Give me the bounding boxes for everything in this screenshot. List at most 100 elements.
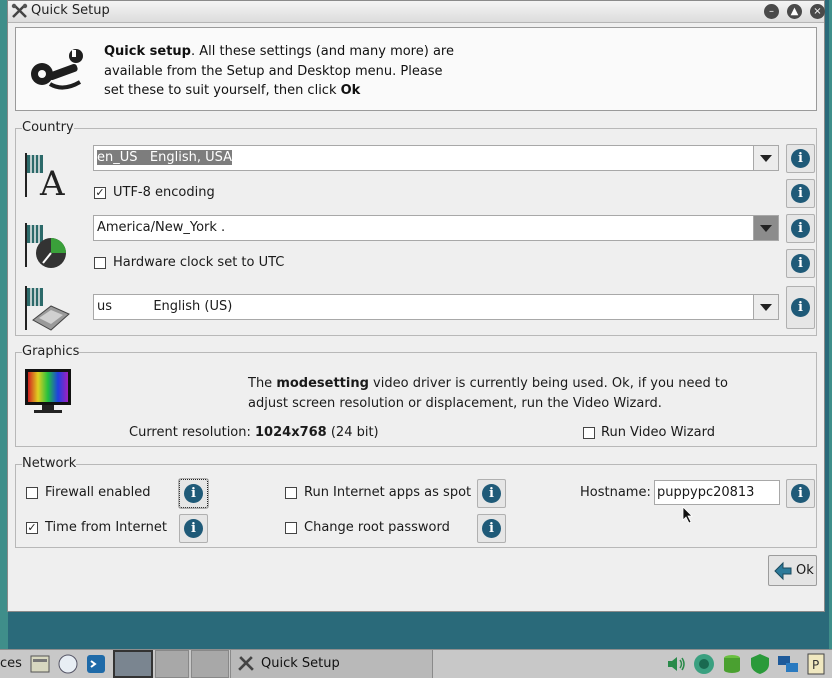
workspace-1[interactable]: [113, 650, 153, 678]
wrench-setup-icon: [31, 49, 83, 90]
ok-button-label: Ok: [796, 563, 814, 578]
resolution-label: Current resolution:: [129, 425, 256, 440]
keyboard-value: us English (US): [97, 299, 233, 314]
volume-icon[interactable]: [664, 652, 688, 676]
country-group-label: Country: [22, 120, 74, 135]
utf8-label: UTF-8 encoding: [113, 185, 215, 200]
info-icon: i: [482, 484, 501, 503]
tools-icon: [11, 3, 28, 18]
timezone-combo[interactable]: America/New_York .: [93, 215, 779, 241]
resolution-info: Current resolution: 1024x768 (24 bit): [129, 425, 379, 440]
hostname-info-button[interactable]: i: [786, 479, 815, 508]
terminal-icon[interactable]: [84, 652, 108, 676]
locale-combo[interactable]: en_US English, USA: [93, 145, 779, 171]
timezone-info-button[interactable]: i: [786, 214, 815, 243]
firewall-shield-icon[interactable]: [748, 652, 772, 676]
utf8-info-button[interactable]: i: [786, 179, 815, 208]
root-password-info-button[interactable]: i: [477, 514, 506, 543]
info-icon: i: [791, 219, 810, 238]
hwclock-info-button[interactable]: i: [786, 249, 815, 278]
keyboard-combo[interactable]: us English (US): [93, 294, 779, 320]
info-icon: i: [184, 484, 203, 503]
close-button[interactable]: ×: [810, 4, 825, 19]
firewall-label: Firewall enabled: [45, 485, 151, 500]
tools-icon: [238, 656, 254, 671]
header-line2: available from the Setup and Desktop men…: [104, 63, 443, 79]
hostname-label: Hostname:: [580, 485, 651, 500]
info-icon: i: [791, 484, 810, 503]
chevron-down-icon: [760, 155, 772, 162]
info-icon: i: [791, 184, 810, 203]
header-description: Quick setup. All these settings (and man…: [104, 42, 464, 101]
header-bold: Quick setup: [104, 44, 191, 59]
video-wizard-checkbox[interactable]: [583, 427, 595, 439]
enter-arrow-icon: [774, 561, 792, 581]
keyboard-icon: [25, 286, 70, 331]
video-wizard-label: Run Video Wizard: [601, 425, 715, 440]
header-ok-word: Ok: [340, 83, 361, 98]
info-icon: i: [791, 149, 810, 168]
svg-text:A: A: [39, 164, 65, 199]
hwclock-checkbox[interactable]: [94, 257, 106, 269]
puppy-power-icon[interactable]: P: [804, 652, 828, 676]
quick-setup-window: Quick Setup – ▲ × Quick setup. All these…: [7, 0, 825, 612]
graphics-description: The modesetting video driver is currentl…: [248, 374, 728, 413]
graphics-group-label: Graphics: [22, 344, 80, 359]
hwclock-label: Hardware clock set to UTC: [113, 255, 285, 270]
header-line1: . All these settings (and many more) are: [190, 44, 454, 59]
info-icon: i: [482, 519, 501, 538]
taskbar-task-quick-setup[interactable]: Quick Setup: [230, 650, 433, 678]
keyboard-info-button[interactable]: i: [786, 286, 815, 329]
locale-dropdown-arrow[interactable]: [753, 145, 779, 171]
locale-flag-icon: A: [25, 153, 65, 199]
keyboard-dropdown-arrow[interactable]: [753, 294, 779, 320]
network-group-label: Network: [22, 456, 77, 471]
workspace-3[interactable]: [191, 650, 229, 678]
graphics-text-suffix: video driver is currently being used. Ok…: [368, 376, 728, 391]
network-group: Network Firewall enabled i Run Internet …: [15, 456, 817, 548]
resolution-value: 1024x768: [255, 425, 327, 440]
menu-label[interactable]: ces: [0, 656, 22, 671]
hostname-value: puppypc20813: [657, 485, 755, 500]
locale-value: en_US English, USA: [97, 150, 233, 165]
chevron-down-icon: [760, 225, 772, 232]
file-manager-icon[interactable]: [28, 652, 52, 676]
time-internet-checkbox[interactable]: ✓: [26, 522, 38, 534]
window-title: Quick Setup: [31, 3, 110, 18]
timezone-dropdown-arrow[interactable]: [753, 215, 779, 241]
resolution-depth: (24 bit): [326, 425, 379, 440]
storage-icon[interactable]: [720, 652, 744, 676]
info-icon: i: [791, 254, 810, 273]
graphics-driver: modesetting: [276, 376, 369, 391]
spot-checkbox[interactable]: [285, 487, 297, 499]
spot-label: Run Internet apps as spot: [304, 485, 472, 500]
header-line3: set these to suit yourself, then click: [104, 83, 341, 98]
hostname-input[interactable]: puppypc20813: [654, 480, 780, 505]
timezone-clock-icon: [25, 223, 66, 268]
info-icon: i: [791, 298, 810, 317]
firewall-info-button[interactable]: i: [178, 478, 209, 509]
browser-icon[interactable]: [56, 652, 80, 676]
utf8-checkbox[interactable]: ✓: [94, 187, 106, 199]
time-internet-label: Time from Internet: [45, 520, 167, 535]
header-panel: Quick setup. All these settings (and man…: [15, 27, 817, 111]
spot-info-button[interactable]: i: [477, 479, 506, 508]
minimize-button[interactable]: –: [764, 4, 779, 19]
ok-button[interactable]: Ok: [768, 555, 817, 586]
monitor-icon: [25, 369, 71, 413]
taskbar-task-label: Quick Setup: [261, 656, 340, 671]
taskbar: ces Quick Setup P: [0, 649, 832, 678]
graphics-group: Graphics The modesetting video driver is…: [15, 344, 817, 447]
timezone-value: America/New_York .: [97, 220, 226, 235]
root-password-checkbox[interactable]: [285, 522, 297, 534]
locale-info-button[interactable]: i: [786, 144, 815, 173]
info-icon: i: [184, 519, 203, 538]
workspace-2[interactable]: [155, 650, 189, 678]
network-status-icon[interactable]: [692, 652, 716, 676]
firewall-checkbox[interactable]: [26, 487, 38, 499]
title-bar[interactable]: Quick Setup – ▲ ×: [8, 1, 825, 23]
root-password-label: Change root password: [304, 520, 450, 535]
time-internet-info-button[interactable]: i: [179, 514, 208, 543]
maximize-button[interactable]: ▲: [787, 4, 802, 19]
display-network-icon[interactable]: [776, 652, 800, 676]
